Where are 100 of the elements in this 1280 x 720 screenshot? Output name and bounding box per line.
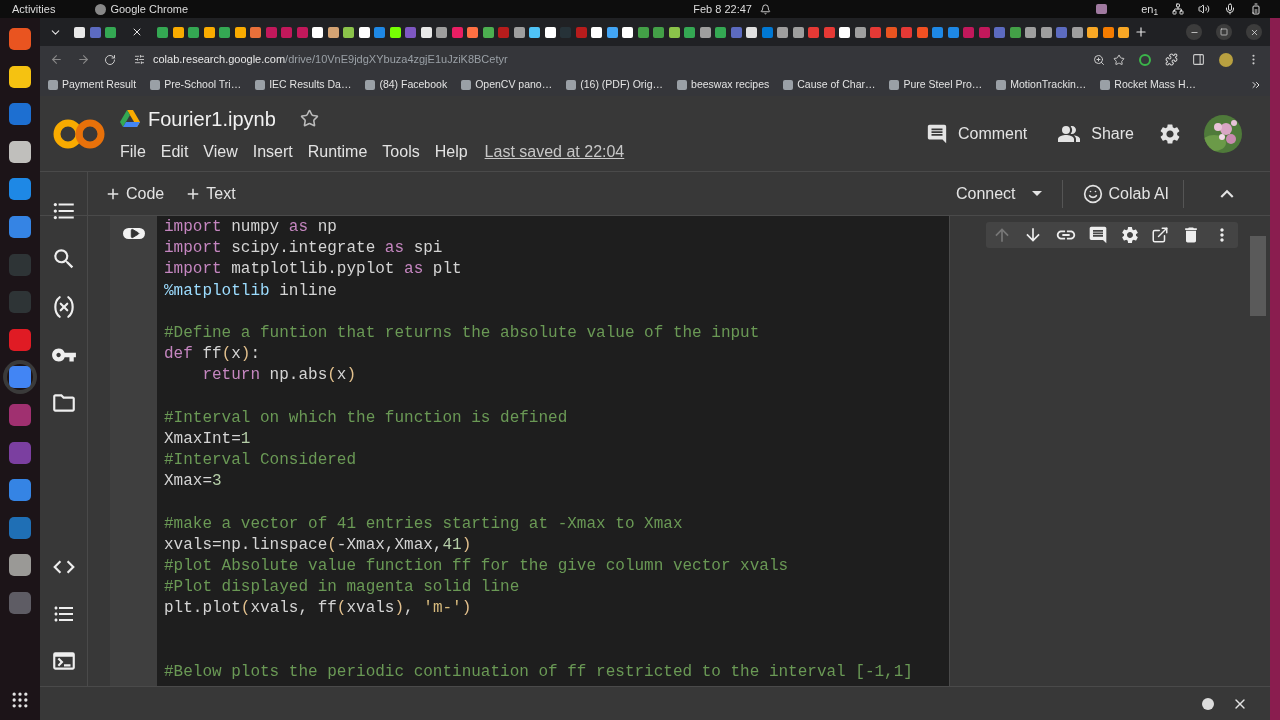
colab-ai-button[interactable]: Colab AI [1068,179,1184,208]
reload-icon[interactable] [104,53,116,66]
volume-icon[interactable] [1198,3,1210,15]
app-icon[interactable] [7,552,33,579]
favicon-icon[interactable] [1040,26,1052,38]
menu-item[interactable]: Insert [252,139,293,164]
close-icon[interactable] [1246,24,1262,40]
favicon-icon[interactable] [203,26,215,38]
new-tab-icon[interactable] [1133,25,1148,39]
menu-item[interactable]: Edit [160,139,189,164]
favicon-icon[interactable] [792,26,804,38]
favicon-icon[interactable] [1071,26,1083,38]
favicon-icon[interactable] [389,26,401,38]
favicon-icon[interactable] [591,26,602,38]
bookmark[interactable]: (16) (PDF) Orig… [566,76,664,93]
comment-button[interactable]: Comment [925,121,1028,146]
favicon-icon[interactable] [74,26,85,38]
code-line: import numpy as np [164,217,337,238]
favicon-icon[interactable] [699,26,711,38]
star-icon[interactable] [299,109,319,128]
add-text-button[interactable]: Text [184,181,236,206]
favicon-icon[interactable] [1102,26,1114,38]
favicon-icon[interactable] [467,26,478,38]
share-button[interactable]: Share [1057,121,1134,146]
favicon-icon[interactable] [854,26,866,38]
menu-item[interactable]: Tools [382,139,420,164]
favicon-icon[interactable] [622,26,633,38]
code-line: %matplotlib inline [164,280,337,302]
activities-button[interactable]: Activities [12,0,56,18]
bookmark[interactable]: Payment Result [48,76,137,93]
code-line: xvals=np.linspace(-Xmax,Xmax,41) [164,534,472,556]
favicon-icon[interactable] [234,26,246,38]
app-icon[interactable] [7,213,33,240]
comment-icon[interactable] [1088,225,1109,245]
favicon-icon[interactable] [327,26,339,38]
connect-button[interactable]: Connect [955,179,1063,208]
side-panel-icon[interactable] [1192,53,1205,66]
favicon-icon[interactable] [668,26,680,38]
bell-icon [759,3,771,15]
notebook-title[interactable]: Fourier1.ipynb [148,103,276,134]
apps-grid-icon[interactable] [10,690,30,710]
bookmark[interactable]: Cause of Char… [783,76,876,93]
run-cell-button[interactable] [122,228,145,239]
keyboard-layout[interactable]: en$_{1}$ [1141,0,1158,18]
bookmark[interactable]: Rocket Mass H… [1100,76,1196,93]
open-in-tab-icon[interactable] [1151,226,1170,244]
last-saved-link[interactable]: Last saved at 22:04 [484,139,625,164]
puzzle-icon[interactable] [1165,53,1178,66]
favicon-icon[interactable] [482,26,494,38]
code-line: #Below plots the periodic continuation of ff restricted to the interval [-1,1] [164,661,913,683]
favicon-icon[interactable] [436,26,447,38]
menu-item[interactable]: Runtime [307,139,368,164]
scrollbar[interactable] [1250,236,1266,316]
settings-icon[interactable] [1119,225,1140,245]
profile-avatar[interactable] [1219,52,1233,67]
favicon-icon[interactable] [777,26,788,38]
bookmark[interactable]: OpenCV pano… [461,76,553,93]
favicon-icon[interactable] [343,26,354,38]
favicon-icon[interactable] [544,26,556,38]
favicon-icon[interactable] [1087,26,1098,38]
favicon-icon[interactable] [529,26,540,38]
app-icon[interactable] [7,26,33,52]
code-line: XmaxInt=1 [164,428,251,450]
app-icon[interactable] [7,477,33,504]
favicon-icon[interactable] [312,26,323,38]
favicon-icon[interactable] [746,26,757,38]
network-icon[interactable] [1172,3,1184,15]
favicon-icon[interactable] [420,26,432,38]
menu-item[interactable]: Help [434,139,468,164]
menu-item[interactable]: View [203,139,238,164]
app-icon[interactable] [7,138,33,165]
menu-item[interactable]: File [120,139,146,164]
favicon-icon[interactable] [513,26,525,38]
settings-icon[interactable] [1158,121,1182,146]
bookmark[interactable]: beeswax recipes [677,76,770,93]
app-name[interactable]: Google Chrome [110,0,189,18]
favicon-icon[interactable] [172,26,184,38]
minimize-icon[interactable] [1186,24,1202,40]
drive-icon [120,109,140,128]
bookmark[interactable]: IEC Results Da… [255,76,352,93]
favicon-icon[interactable] [839,26,850,38]
favicon-icon[interactable] [358,26,370,38]
app-icon[interactable] [7,63,33,90]
code-line: #Interval Considered [164,450,357,472]
bookmark[interactable]: MotionTrackin… [996,76,1087,93]
favicon-icon[interactable] [1025,26,1036,38]
forward-icon[interactable] [77,53,90,66]
app-icon[interactable] [7,176,33,203]
favicon-icon[interactable] [1118,26,1129,38]
bookmark[interactable]: Pure Steel Pro… [889,76,983,93]
bookmark[interactable]: Pre-School Tri… [150,76,242,93]
add-code-button[interactable]: Code [104,181,165,206]
favicon-icon[interactable] [606,26,618,38]
microphone-icon[interactable] [1224,3,1236,15]
battery-icon[interactable] [1250,3,1262,15]
back-icon[interactable] [50,53,63,66]
bookmark[interactable]: (84) Facebook [365,76,448,93]
maximize-icon[interactable] [1216,24,1232,40]
clock[interactable]: Feb 8 22:47 [693,0,752,18]
code-line: #Interval on which the function is defined [164,407,568,429]
